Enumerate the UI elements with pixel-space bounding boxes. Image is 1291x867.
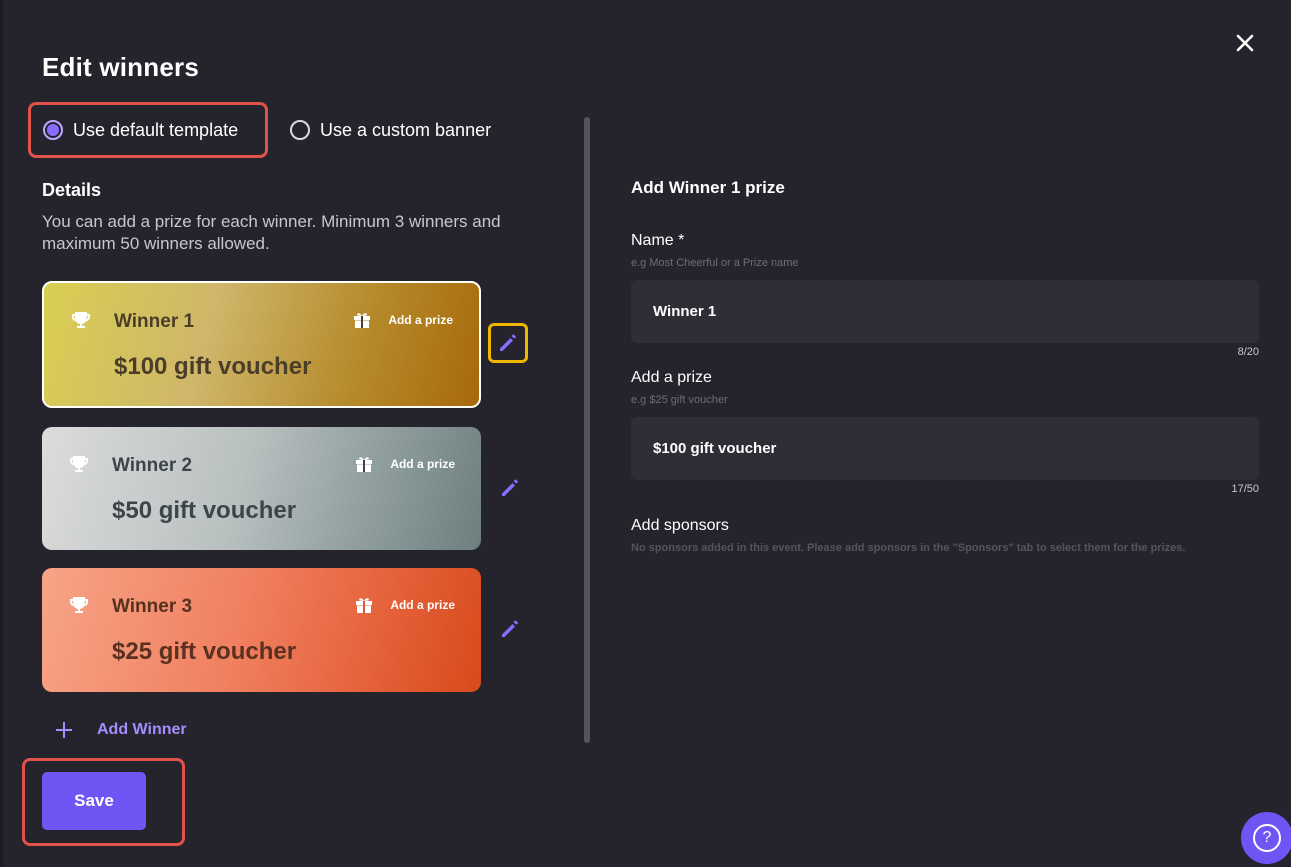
edit-winner-3-button[interactable]: [490, 609, 530, 649]
dialog-title: Edit winners: [42, 52, 199, 82]
close-icon: [1236, 34, 1254, 52]
trophy-icon: [72, 312, 90, 328]
gift-icon: [354, 313, 370, 328]
trophy-icon: [70, 456, 88, 472]
help-button[interactable]: ?: [1241, 812, 1291, 864]
winner-card-3[interactable]: Winner 3 Add a prize $25 gift voucher: [42, 568, 481, 692]
plus-icon: [56, 722, 72, 738]
radio-custom-banner[interactable]: Use a custom banner: [290, 102, 530, 158]
radio-unchecked-icon: [290, 120, 310, 140]
winner-card-1[interactable]: Winner 1 Add a prize $100 gift voucher: [42, 281, 481, 408]
sponsors-label: Add sponsors: [631, 517, 729, 534]
winner-prize: $50 gift voucher: [112, 497, 297, 524]
radio-default-label: Use default template: [73, 119, 239, 140]
form-title: Add Winner 1 prize: [631, 178, 785, 197]
left-edge: [0, 0, 3, 867]
help-icon: ?: [1253, 824, 1281, 852]
name-counter: 8/20: [1237, 346, 1259, 358]
add-prize-link[interactable]: Add a prize: [388, 313, 453, 327]
gift-icon: [356, 598, 372, 613]
details-heading: Details: [42, 180, 102, 200]
winner-name: Winner 1: [114, 311, 195, 332]
sponsors-note: No sponsors added in this event. Please …: [631, 542, 1186, 554]
edit-winner-2-button[interactable]: [490, 468, 530, 508]
winner-name: Winner 2: [112, 455, 193, 476]
pencil-icon: [502, 479, 518, 496]
gift-icon: [356, 457, 372, 472]
name-hint: e.g Most Cheerful or a Prize name: [631, 257, 799, 269]
prize-label: Add a prize: [631, 369, 712, 386]
winner-prize: $25 gift voucher: [112, 638, 297, 665]
edit-winner-1-button[interactable]: [488, 323, 528, 363]
name-label: Name *: [631, 232, 685, 249]
add-winner-button[interactable]: Add Winner: [54, 720, 187, 740]
pencil-icon: [502, 620, 518, 637]
radio-checked-icon: [43, 120, 63, 140]
winner-name: Winner 3: [112, 596, 193, 617]
add-winner-label: Add Winner: [97, 721, 187, 738]
add-prize-link[interactable]: Add a prize: [390, 457, 455, 471]
winner-prize: $100 gift voucher: [114, 353, 312, 380]
prize-hint: e.g $25 gift voucher: [631, 394, 728, 406]
radio-default-template[interactable]: Use default template: [28, 102, 268, 158]
winner-card-2[interactable]: Winner 2 Add a prize $50 gift voucher: [42, 427, 481, 550]
panel-divider-scrollbar[interactable]: [584, 117, 590, 743]
pencil-icon: [500, 334, 516, 351]
radio-custom-label: Use a custom banner: [320, 119, 492, 140]
trophy-icon: [70, 597, 88, 613]
name-field[interactable]: [631, 280, 1259, 343]
close-button[interactable]: [1232, 30, 1258, 56]
save-button[interactable]: Save: [42, 772, 146, 830]
prize-counter: 17/50: [1231, 483, 1259, 495]
prize-field[interactable]: [631, 417, 1259, 480]
edit-winners-dialog: Edit winners Use default template Use a …: [0, 0, 1291, 867]
details-description: You can add a prize for each winner. Min…: [42, 212, 501, 253]
add-prize-link[interactable]: Add a prize: [390, 598, 455, 612]
